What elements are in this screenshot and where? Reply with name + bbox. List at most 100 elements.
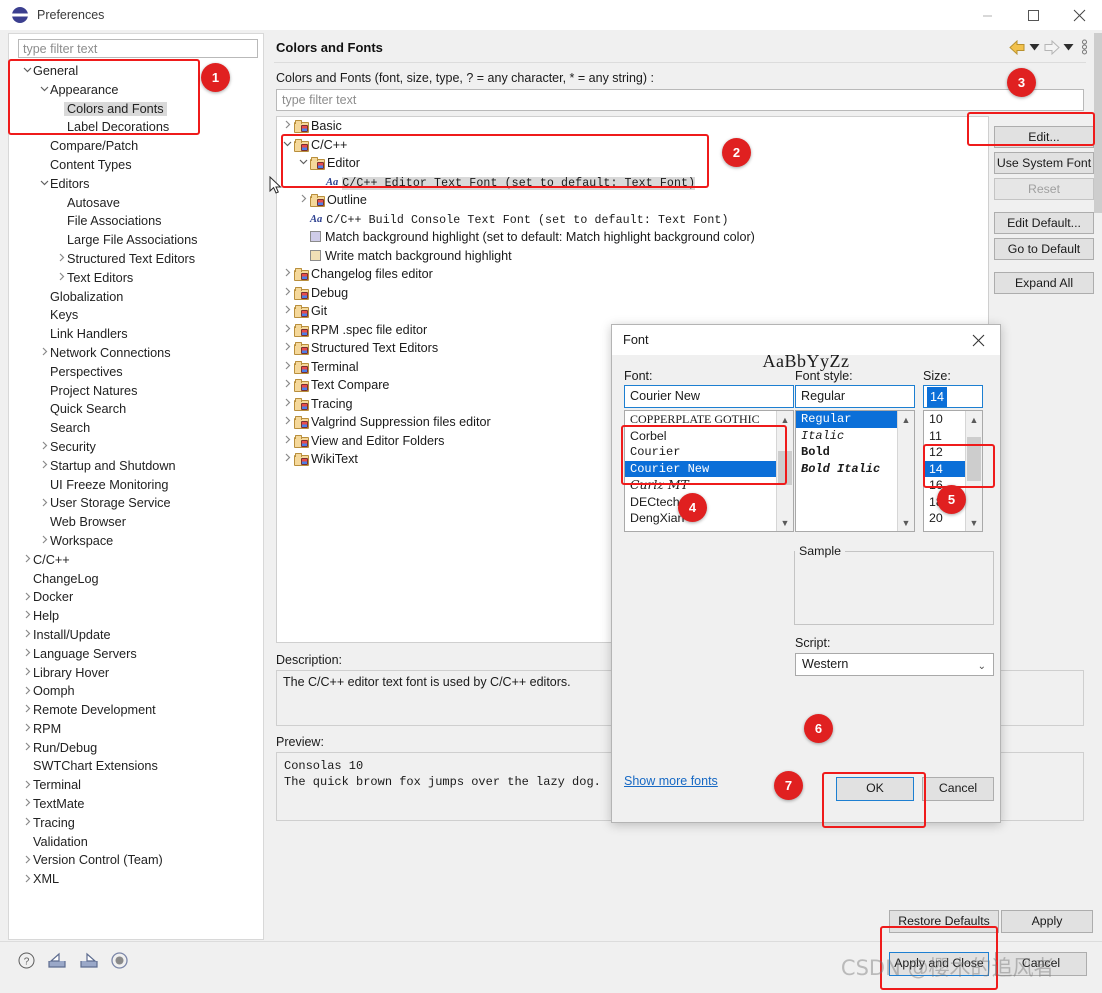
overflow-menu-icon[interactable] bbox=[1081, 39, 1088, 55]
sidebar-item-perspectives[interactable]: Perspectives bbox=[10, 363, 262, 382]
size-list-scroll-thumb[interactable] bbox=[967, 437, 981, 481]
font-family-option[interactable]: DECtech bbox=[625, 494, 793, 511]
sidebar-item-help[interactable]: Help bbox=[10, 607, 262, 626]
apply-button[interactable]: Apply bbox=[1001, 910, 1093, 933]
cf-tree-row[interactable]: Aa C/C++ Editor Text Font (set to default… bbox=[277, 173, 988, 192]
twisty-icon[interactable] bbox=[281, 136, 294, 155]
show-more-fonts-link[interactable]: Show more fonts bbox=[624, 774, 718, 788]
twisty-icon[interactable] bbox=[281, 321, 294, 340]
sidebar-item-autosave[interactable]: Autosave bbox=[10, 194, 262, 213]
sidebar-item-remote-development[interactable]: Remote Development bbox=[10, 701, 262, 720]
sidebar-item-file-associations[interactable]: File Associations bbox=[10, 212, 262, 231]
twisty-icon[interactable] bbox=[281, 284, 294, 303]
font-family-option[interactable]: COPPERPLATE GOTHIC bbox=[625, 411, 793, 428]
record-icon[interactable] bbox=[111, 952, 128, 972]
twisty-icon[interactable] bbox=[22, 626, 33, 645]
export-icon[interactable] bbox=[79, 952, 99, 972]
twisty-icon[interactable] bbox=[281, 265, 294, 284]
twisty-icon[interactable] bbox=[22, 814, 33, 833]
twisty-icon[interactable] bbox=[22, 664, 33, 683]
twisty-icon[interactable] bbox=[281, 413, 294, 432]
sidebar-item-project-natures[interactable]: Project Natures bbox=[10, 382, 262, 401]
font-dialog-ok-button[interactable]: OK bbox=[836, 777, 914, 801]
sidebar-item-quick-search[interactable]: Quick Search bbox=[10, 400, 262, 419]
sidebar-item-ui-freeze-monitoring[interactable]: UI Freeze Monitoring bbox=[10, 476, 262, 495]
twisty-icon[interactable] bbox=[56, 269, 67, 288]
sidebar-item-docker[interactable]: Docker bbox=[10, 588, 262, 607]
scroll-down-icon[interactable]: ▼ bbox=[777, 514, 793, 531]
twisty-icon[interactable] bbox=[281, 339, 294, 358]
forward-arrow-icon[interactable] bbox=[1043, 39, 1060, 55]
help-icon[interactable]: ? bbox=[18, 952, 35, 972]
page-scrollbar[interactable] bbox=[1094, 33, 1102, 940]
go-to-default-button[interactable]: Go to Default bbox=[994, 238, 1094, 260]
sidebar-item-content-types[interactable]: Content Types bbox=[10, 156, 262, 175]
cf-tree-row[interactable]: Changelog files editor bbox=[277, 265, 988, 284]
twisty-icon[interactable] bbox=[22, 720, 33, 739]
twisty-icon[interactable] bbox=[281, 376, 294, 395]
font-style-list[interactable]: ▲ ▼ Regular Italic Bold Bold Italic bbox=[795, 410, 915, 532]
forward-dropdown-icon[interactable] bbox=[1063, 43, 1074, 52]
maximize-icon[interactable] bbox=[1010, 0, 1056, 30]
sidebar-item-text-editors[interactable]: Text Editors bbox=[10, 269, 262, 288]
sidebar-item-textmate[interactable]: TextMate bbox=[10, 795, 262, 814]
sidebar-item-run-debug[interactable]: Run/Debug bbox=[10, 739, 262, 758]
twisty-icon[interactable] bbox=[39, 532, 50, 551]
use-system-font-button[interactable]: Use System Font bbox=[994, 152, 1094, 174]
sidebar-item-c-c[interactable]: C/C++ bbox=[10, 551, 262, 570]
sidebar-item-xml[interactable]: XML bbox=[10, 870, 262, 889]
sidebar-item-version-control-team[interactable]: Version Control (Team) bbox=[10, 851, 262, 870]
font-family-option[interactable]: Courier bbox=[625, 444, 793, 461]
sidebar-tree[interactable]: General Appearance Colors and Fonts Label D… bbox=[10, 62, 262, 938]
twisty-icon[interactable] bbox=[22, 62, 33, 81]
expand-all-button[interactable]: Expand All bbox=[994, 272, 1094, 294]
sidebar-item-startup-and-shutdown[interactable]: Startup and Shutdown bbox=[10, 457, 262, 476]
minimize-icon[interactable] bbox=[964, 0, 1010, 30]
scroll-up-icon[interactable]: ▲ bbox=[898, 411, 914, 428]
sidebar-item-large-file-associations[interactable]: Large File Associations bbox=[10, 231, 262, 250]
twisty-icon[interactable] bbox=[39, 344, 50, 363]
font-family-option[interactable]: Curlz MT bbox=[625, 477, 793, 494]
twisty-icon[interactable] bbox=[22, 739, 33, 758]
twisty-icon[interactable] bbox=[56, 250, 67, 269]
sidebar-item-terminal[interactable]: Terminal bbox=[10, 776, 262, 795]
cf-tree-row[interactable]: Aa C/C++ Build Console Text Font (set to … bbox=[277, 210, 988, 229]
import-icon[interactable] bbox=[47, 952, 67, 972]
twisty-icon[interactable] bbox=[281, 450, 294, 469]
cf-tree-row[interactable]: Editor bbox=[277, 154, 988, 173]
font-dialog-cancel-button[interactable]: Cancel bbox=[922, 777, 994, 801]
twisty-icon[interactable] bbox=[39, 175, 50, 194]
back-arrow-icon[interactable] bbox=[1009, 39, 1026, 55]
sidebar-item-library-hover[interactable]: Library Hover bbox=[10, 664, 262, 683]
sidebar-item-swtchart-extensions[interactable]: SWTChart Extensions bbox=[10, 757, 262, 776]
edit-default-button[interactable]: Edit Default... bbox=[994, 212, 1094, 234]
sidebar-item-language-servers[interactable]: Language Servers bbox=[10, 645, 262, 664]
twisty-icon[interactable] bbox=[297, 191, 310, 210]
twisty-icon[interactable] bbox=[22, 645, 33, 664]
font-family-option[interactable]: Corbel bbox=[625, 428, 793, 445]
twisty-icon[interactable] bbox=[22, 852, 33, 871]
cf-tree-row[interactable]: Outline bbox=[277, 191, 988, 210]
font-list-scroll-thumb[interactable] bbox=[778, 451, 792, 485]
twisty-icon[interactable] bbox=[39, 81, 50, 100]
twisty-icon[interactable] bbox=[281, 117, 294, 136]
twisty-icon[interactable] bbox=[22, 589, 33, 608]
cf-tree-row[interactable]: Git bbox=[277, 302, 988, 321]
cf-tree-row[interactable]: Write match background highlight bbox=[277, 247, 988, 266]
sidebar-item-install-update[interactable]: Install/Update bbox=[10, 626, 262, 645]
scroll-down-icon[interactable]: ▼ bbox=[966, 514, 982, 531]
scroll-down-icon[interactable]: ▼ bbox=[898, 514, 914, 531]
twisty-icon[interactable] bbox=[281, 432, 294, 451]
sidebar-item-label-decorations[interactable]: Label Decorations bbox=[10, 118, 262, 137]
colors-fonts-filter-input[interactable]: type filter text bbox=[276, 89, 1084, 111]
twisty-icon[interactable] bbox=[22, 701, 33, 720]
twisty-icon[interactable] bbox=[22, 551, 33, 570]
font-style-input[interactable]: Regular bbox=[795, 385, 915, 408]
script-select[interactable]: Western ⌄ bbox=[795, 653, 994, 676]
twisty-icon[interactable] bbox=[39, 438, 50, 457]
sidebar-item-compare-patch[interactable]: Compare/Patch bbox=[10, 137, 262, 156]
sidebar-item-editors[interactable]: Editors bbox=[10, 175, 262, 194]
style-list-scrollbar[interactable]: ▲ ▼ bbox=[897, 411, 914, 531]
twisty-icon[interactable] bbox=[22, 871, 33, 890]
sidebar-item-tracing[interactable]: Tracing bbox=[10, 814, 262, 833]
